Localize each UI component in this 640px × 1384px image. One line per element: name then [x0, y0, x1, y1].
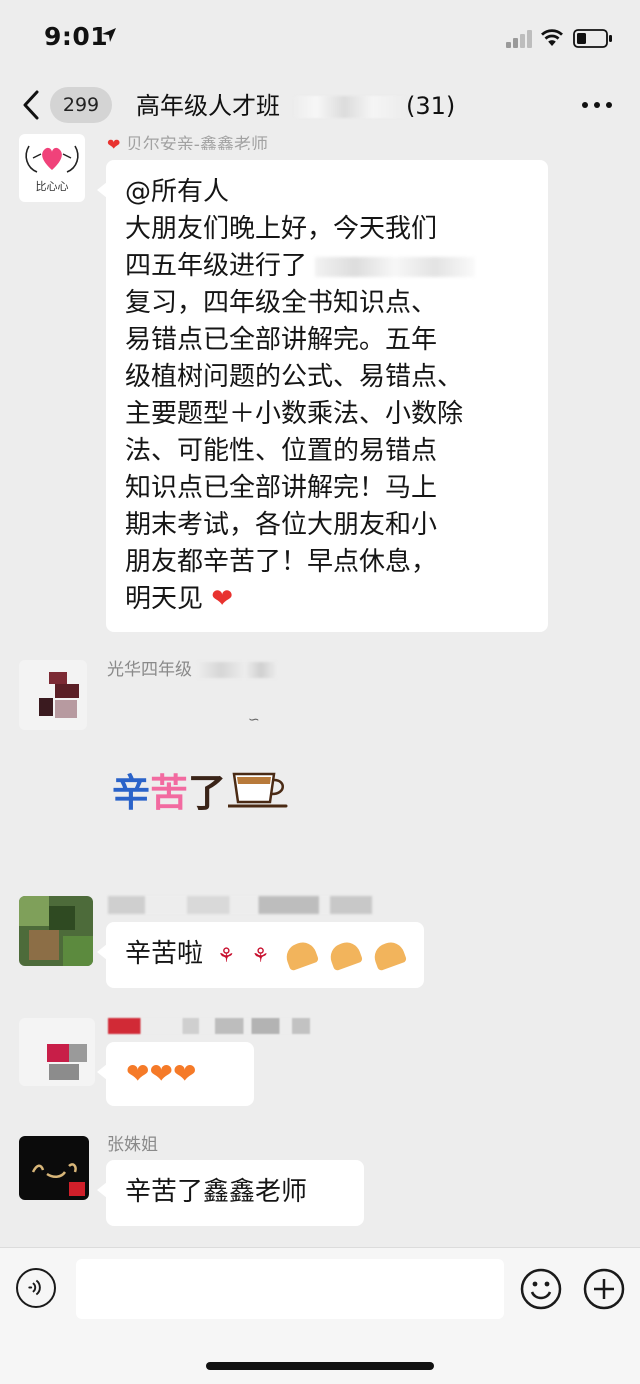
rose-emoji-icon: ⚘: [251, 943, 270, 967]
message-bubble[interactable]: @所有人 大朋友们晚上好，今天我们 四五年级进行了 复习，四年级全书知识点、 易…: [97, 160, 548, 632]
sticker-char: 辛: [112, 771, 151, 815]
avatar-caption: 比心心: [35, 180, 69, 193]
message-bubble[interactable]: 辛苦了鑫鑫老师: [97, 1160, 364, 1226]
redacted-text: [197, 662, 278, 678]
message-line: 主要题型＋小数乘法、小数除: [125, 399, 464, 429]
input-toolbar: [0, 1247, 640, 1384]
avatar[interactable]: [19, 1018, 95, 1086]
message-line: 级植树问题的公式、易错点、: [125, 362, 464, 392]
message-input[interactable]: [76, 1259, 504, 1319]
chat-title-name: 高年级人才班: [136, 92, 280, 120]
message-line: @所有人: [125, 177, 230, 207]
heart-icon: ❤: [107, 135, 121, 150]
voice-input-icon[interactable]: [16, 1268, 56, 1308]
message-bubble[interactable]: 辛苦啦 ⚘ ⚘: [97, 922, 424, 988]
message-line: 易错点已全部讲解完。五年: [125, 325, 438, 355]
orange-heart-emoji-icon: ❤: [172, 1057, 197, 1090]
sender-name: 光华四年级: [107, 655, 278, 680]
battery-icon: [573, 29, 612, 48]
message-line: 期末考试，各位大朋友和小: [125, 510, 438, 540]
emoji-icon[interactable]: [520, 1268, 562, 1310]
orange-heart-emoji-icon: ❤: [126, 1057, 150, 1090]
chat-title: 高年级人才班 (31): [136, 86, 455, 126]
location-arrow-icon: [102, 28, 116, 42]
message-line: 明天见 ❤: [125, 584, 234, 614]
avatar[interactable]: [19, 1136, 89, 1200]
redacted-sender-name: [108, 896, 372, 914]
more-options-icon[interactable]: [580, 96, 614, 114]
message-text: 辛苦啦: [125, 939, 204, 969]
sticker-char: 苦: [150, 771, 189, 815]
chat-header: 299 高年级人才班 (31): [0, 78, 640, 134]
status-time: 9:01: [44, 22, 109, 51]
avatar[interactable]: [19, 896, 93, 966]
home-indicator[interactable]: [206, 1362, 434, 1370]
rose-emoji-icon: ⚘: [217, 943, 236, 967]
sender-name: 张姝姐: [107, 1135, 158, 1155]
add-attachment-icon[interactable]: [583, 1268, 625, 1310]
message-bubble[interactable]: ❤❤❤: [97, 1042, 254, 1106]
steam-icon: ∽: [248, 712, 260, 728]
avatar-face-icon: [31, 1163, 85, 1196]
praying-hands-emoji-icon: [282, 938, 319, 971]
coffee-cup-icon: [228, 772, 288, 808]
sticker[interactable]: ∽ 辛苦了: [108, 712, 308, 815]
message-line: 朋友都辛苦了！早点休息，: [125, 547, 438, 577]
redacted-sender-name: [108, 1018, 310, 1034]
red-heart-emoji-icon: ❤: [211, 584, 234, 614]
praying-hands-emoji-icon: [371, 938, 408, 971]
message-line: 知识点已全部讲解完！马上: [125, 473, 438, 503]
sender-name: ❤ 贝尔安亲-鑫鑫老师: [107, 130, 268, 150]
message-line: 法、可能性、位置的易错点: [125, 436, 438, 466]
back-chevron-icon[interactable]: [20, 88, 42, 122]
unread-count-badge[interactable]: 299: [50, 87, 112, 123]
message-line: 四五年级进行了: [125, 251, 308, 281]
message-line: 大朋友们晚上好，今天我们: [125, 214, 438, 244]
status-bar: 9:01: [0, 0, 640, 78]
praying-hands-emoji-icon: [326, 938, 364, 971]
message-text: 辛苦了鑫鑫老师: [125, 1177, 308, 1207]
avatar[interactable]: 比心心: [19, 134, 85, 202]
message-line: 复习，四年级全书知识点、: [125, 288, 438, 318]
avatar[interactable]: [19, 660, 87, 730]
redacted-title-part: [294, 96, 406, 118]
wifi-icon: [541, 29, 563, 46]
chat-member-count: (31): [406, 92, 456, 120]
redacted-text: [315, 256, 476, 277]
cellular-signal-icon: [506, 30, 534, 48]
sticker-char: 了: [188, 771, 227, 815]
orange-heart-emoji-icon: ❤: [149, 1057, 173, 1090]
